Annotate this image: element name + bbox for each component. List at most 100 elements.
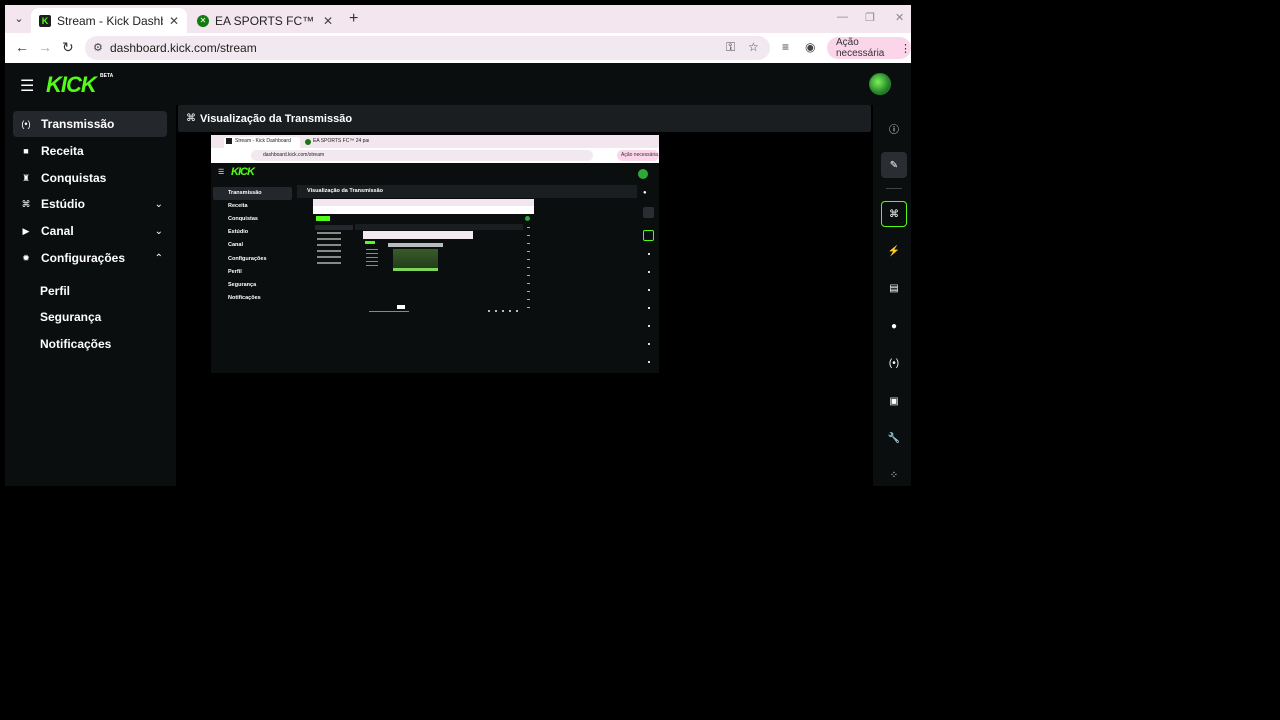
level3-kick-logo [365,241,375,244]
profile-icon[interactable]: ◉ [805,40,815,54]
nested-panel-header [355,224,523,230]
user-avatar[interactable] [869,73,891,95]
window-close-icon[interactable]: ✕ [895,11,904,24]
sidebar-item-label: Estúdio [41,197,85,211]
sidebar-item-label: Transmissão [41,117,115,131]
preview-panel-title: Visualização da Transmissão [307,188,384,194]
site-settings-icon[interactable]: ⚙ [93,41,103,54]
preview-info-icon: ● [643,190,647,196]
stream-preview-video[interactable]: Stream - Kick Dashboard EA SPORTS FC™ 24… [211,135,659,373]
wrench-icon[interactable]: 🔧 [881,425,907,451]
sidebar-item-receita[interactable]: ■ Receita [13,138,167,164]
password-key-icon[interactable]: ⚿ [726,40,735,55]
chat-icon[interactable]: ● [881,313,907,339]
sidebar-subitem-seguranca[interactable]: Segurança [40,310,101,324]
more-menu-icon[interactable]: ⋮ [900,42,911,55]
level3-sidebar-line [366,265,378,266]
sidebar-item-conquistas[interactable]: ♜ Conquistas [13,165,167,191]
nested-kick-logo [316,216,330,221]
layout-icon[interactable]: ▣ [881,388,907,414]
nested-level3-capture [363,231,473,291]
level3-sidebar-line [366,257,378,258]
preview-sidebar-label: Estúdio [228,229,249,235]
tab-ea-sports[interactable]: EA SPORTS FC™ 24 para Xbox One ✕ [189,8,341,33]
action-required-label: Ação necessária [836,37,885,59]
sidebar-subitem-perfil[interactable]: Perfil [40,284,70,298]
preview-sidebar-label: Receita [228,203,248,209]
nested-avatar [525,216,530,221]
preview-sidebar-sub: Notificações [228,295,261,301]
preview-xbox-favicon-icon [305,139,311,145]
level3-panel-header [388,243,443,247]
browser-window: ⌄ Stream - Kick Dashboard ✕ EA SPORTS FC… [5,5,911,486]
nested-rail-icons [527,227,530,312]
info-icon[interactable]: ⓘ [881,115,907,141]
nested-sidebar-line [317,238,341,240]
tab-kick-dashboard[interactable]: Stream - Kick Dashboard ✕ [31,8,187,33]
minimize-icon[interactable]: — [837,11,848,23]
new-tab-icon[interactable]: + [349,10,358,28]
preview-sidebar-label: Conquistas [228,216,258,222]
preview-url: dashboard.kick.com/stream [263,152,325,158]
nested-player-controls [488,310,518,312]
lightning-icon[interactable]: ⚡ [881,238,907,264]
stream-preview-header: ⌘ Visualização da Transmissão [178,105,871,132]
sidebar-item-canal[interactable]: ▶ Canal ⌄ [13,218,167,244]
nested-sidebar-line [317,232,341,234]
sidebar-subitem-notificacoes[interactable]: Notificações [40,337,111,351]
nested-sidebar-line [317,250,341,252]
forward-icon[interactable]: → [38,39,52,55]
receipt-icon: ■ [23,146,29,156]
page-title: Visualização da Transmissão [200,113,353,125]
nested-toolbar [313,206,534,214]
tab-search-chevron-icon[interactable]: ⌄ [11,11,27,27]
xbox-favicon-icon [197,14,209,27]
tab-close-icon[interactable]: ✕ [323,14,333,28]
chevron-down-icon: ⌄ [154,198,163,210]
kick-logo[interactable]: KICK [46,72,97,98]
sidebar-item-label: Canal [41,224,74,238]
tab-close-icon[interactable]: ✕ [169,14,179,28]
stream-preview-icon: ⌘ [186,113,196,124]
hamburger-menu-icon[interactable]: ☰ [20,76,34,96]
main-content: ⌘ Visualização da Transmissão Stream - K… [176,105,873,486]
stream-preview-toggle-icon[interactable]: ⌘ [881,201,907,227]
sidebar-item-label: Receita [41,144,84,158]
right-rail: ⓘ ✎ ⌘ ⚡ ▤ ● (•) ▣ 🔧 ⁘ [873,105,911,486]
sidebar-item-transmissao[interactable]: (•) Transmissão [13,111,167,137]
kick-header: ☰ KICK BETA [5,63,911,105]
level3-toolbar [363,231,473,239]
beta-badge: BETA [100,73,114,79]
preview-sidebar-label: Transmissão [228,190,262,196]
sidebar-item-label: Configurações [41,251,126,265]
edit-pencil-icon[interactable]: ✎ [881,152,907,178]
nested-tabstrip [313,199,534,206]
preview-hamburger-icon: ☰ [218,169,225,176]
preview-edit-button [643,207,654,218]
url-text[interactable]: dashboard.kick.com/stream [110,41,257,55]
browser-toolbar: ← → ↻ ⚙ dashboard.kick.com/stream ⚿ ☆ ≡ … [5,33,911,63]
apps-icon[interactable]: ⁘ [881,462,907,486]
broadcast-signal-icon[interactable]: (•) [881,350,907,376]
preview-selected-button [643,230,654,241]
sidebar-item-estudio[interactable]: ⌘ Estúdio ⌄ [13,191,167,217]
document-icon[interactable]: ▤ [881,275,907,301]
nested-sidebar-line [317,256,341,258]
action-required-button[interactable]: Ação necessária ⋮ [827,37,911,59]
preview-tab-title: EA SPORTS FC™ 24 para Xbox O [313,138,369,144]
kick-favicon-icon [39,14,51,27]
nested-sidebar-line [317,262,341,264]
sidebar-item-configuracoes[interactable]: ✹ Configurações ⌃ [13,245,167,271]
level3-sidebar-line [366,261,378,262]
media-queue-icon[interactable]: ≡ [782,40,789,54]
preview-tab-title: Stream - Kick Dashboard [235,138,291,144]
restore-icon[interactable]: ❐ [865,11,875,24]
back-icon[interactable]: ← [15,39,29,55]
nested-sidebar-line [317,244,341,246]
level3-sidebar-line [366,253,378,254]
broadcast-icon: (•) [21,119,31,129]
preview-sidebar-label: Canal [228,242,243,248]
nested-volume-bar [369,311,409,312]
reload-icon[interactable]: ↻ [62,39,74,56]
bookmark-star-icon[interactable]: ☆ [748,40,759,54]
